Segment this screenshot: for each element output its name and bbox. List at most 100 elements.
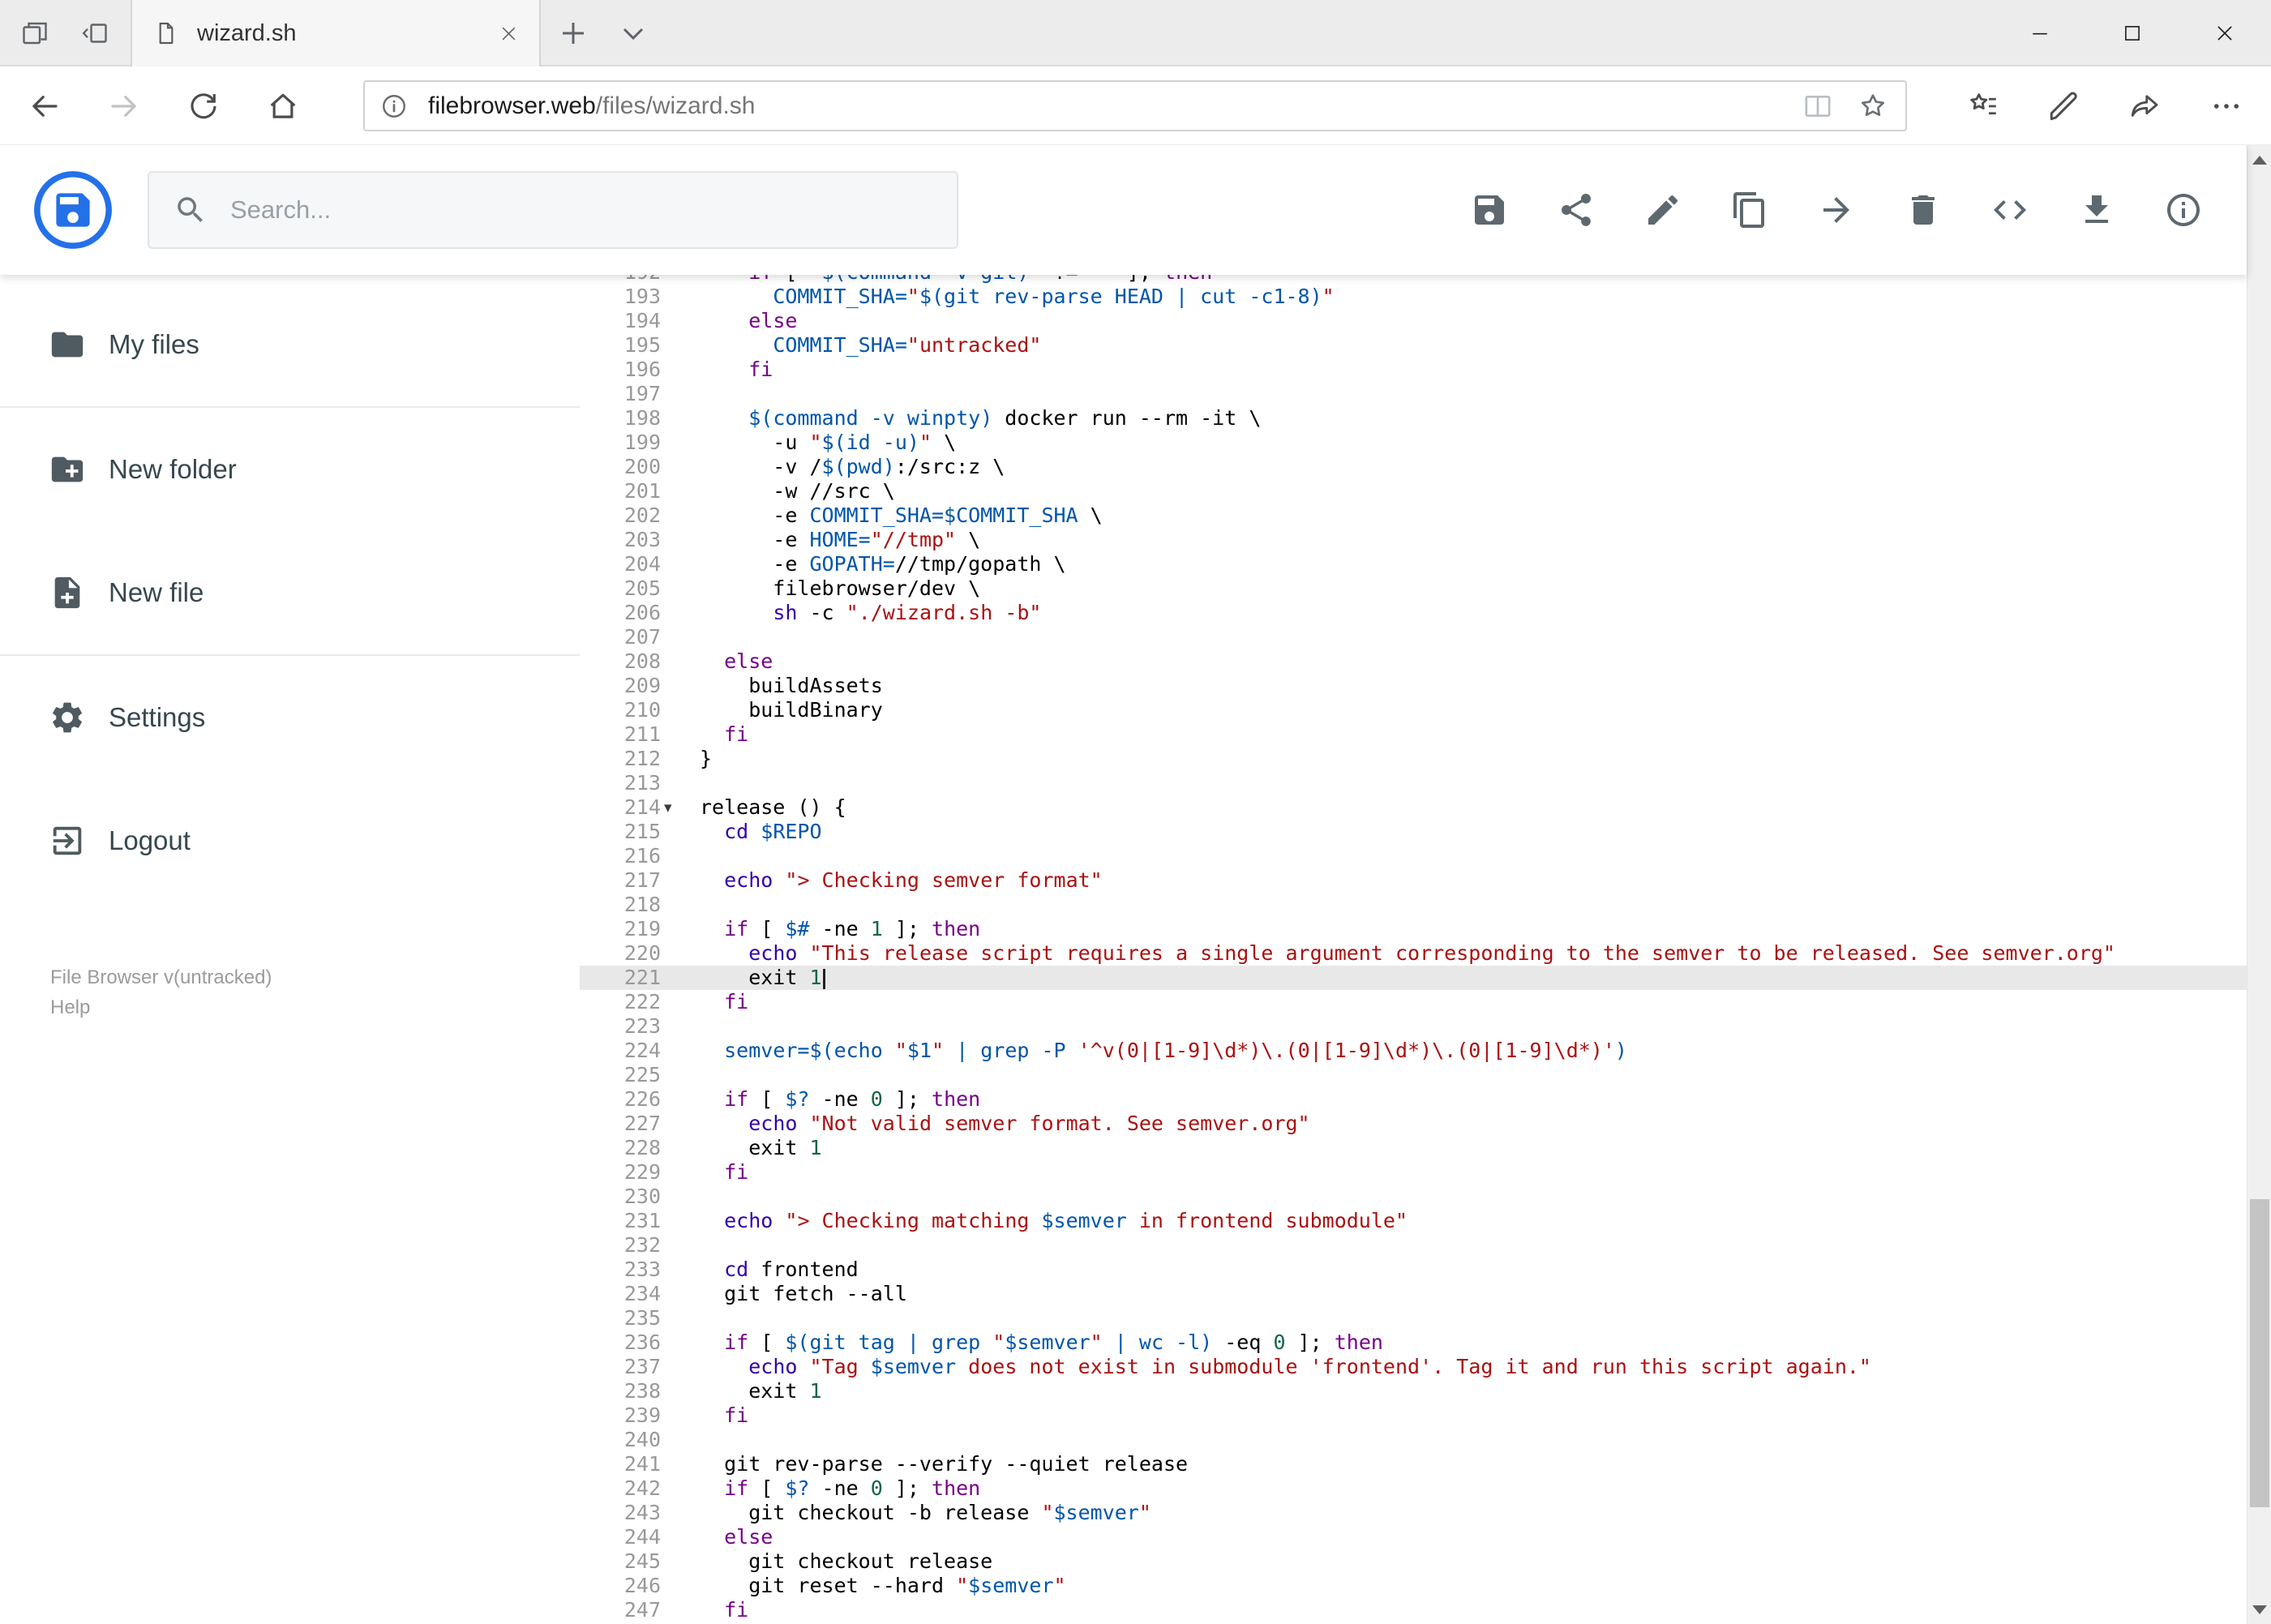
code-line[interactable]: 237 echo "Tag $semver does not exist in … — [580, 1355, 2247, 1379]
source-code-button[interactable] — [1990, 191, 2029, 229]
code-line[interactable]: 238 exit 1 — [580, 1379, 2247, 1403]
browser-tab[interactable]: wizard.sh — [131, 0, 541, 66]
forward-button[interactable] — [101, 83, 148, 130]
code-line[interactable]: 216 — [580, 844, 2247, 868]
set-tabs-aside-button[interactable] — [76, 15, 114, 52]
code-line[interactable]: 213 — [580, 771, 2247, 795]
code-line[interactable]: 209 buildAssets — [580, 674, 2247, 698]
code-line[interactable]: 195 COMMIT_SHA="untracked" — [580, 333, 2247, 358]
code-line[interactable]: 203 -e HOME="//tmp" \ — [580, 528, 2247, 552]
sidebar-item-new-file[interactable]: New file — [0, 531, 580, 654]
code-line[interactable]: 221 exit 1 — [580, 966, 2247, 990]
more-options-button[interactable] — [2204, 84, 2249, 129]
refresh-button[interactable] — [180, 83, 227, 130]
search-box[interactable] — [148, 171, 958, 249]
tab-list-button[interactable] — [614, 14, 653, 53]
code-line[interactable]: 223 — [580, 1014, 2247, 1039]
favorites-hub-button[interactable] — [1960, 84, 2006, 129]
code-line[interactable]: 193 COMMIT_SHA="$(git rev-parse HEAD | c… — [580, 285, 2247, 309]
new-tab-button[interactable] — [554, 14, 593, 53]
maximize-button[interactable] — [2086, 0, 2179, 66]
code-line[interactable]: 206 sh -c "./wizard.sh -b" — [580, 601, 2247, 625]
code-line[interactable]: 219 if [ $# -ne 1 ]; then — [580, 917, 2247, 941]
code-line[interactable]: 222 fi — [580, 990, 2247, 1014]
code-line[interactable]: 208 else — [580, 649, 2247, 674]
search-input[interactable] — [230, 195, 932, 225]
move-button[interactable] — [1817, 191, 1856, 229]
sidebar-item-new-folder[interactable]: New folder — [0, 408, 580, 531]
code-line[interactable]: 197 — [580, 382, 2247, 406]
code-line[interactable]: 235 — [580, 1306, 2247, 1330]
filebrowser-logo[interactable] — [32, 169, 114, 251]
code-line[interactable]: 220 echo "This release script requires a… — [580, 941, 2247, 966]
code-line[interactable]: 202 -e COMMIT_SHA=$COMMIT_SHA \ — [580, 503, 2247, 528]
minimize-button[interactable] — [1994, 0, 2086, 66]
code-line[interactable]: 192 if [ "$(command -v git)" != "" ]; th… — [580, 275, 2247, 285]
home-button[interactable] — [259, 83, 306, 130]
close-window-button[interactable] — [2179, 0, 2271, 66]
annotate-button[interactable] — [2042, 84, 2087, 129]
save-button[interactable] — [1470, 191, 1509, 229]
code-line[interactable]: 229 fi — [580, 1160, 2247, 1185]
address-bar[interactable]: filebrowser.web/files/wizard.sh — [363, 80, 1907, 131]
tab-close-icon[interactable] — [498, 23, 520, 45]
favorite-star-icon[interactable] — [1857, 90, 1889, 122]
code-line[interactable]: 200 -v /$(pwd):/src:z \ — [580, 455, 2247, 479]
share-file-button[interactable] — [1557, 191, 1596, 229]
code-line[interactable]: 199 -u "$(id -u)" \ — [580, 431, 2247, 455]
code-line[interactable]: 236 if [ $(git tag | grep "$semver" | wc… — [580, 1330, 2247, 1355]
code-line[interactable]: 244 else — [580, 1525, 2247, 1549]
code-line[interactable]: 224 semver=$(echo "$1" | grep -P '^v(0|[… — [580, 1039, 2247, 1063]
code-line[interactable]: 230 — [580, 1185, 2247, 1209]
scroll-up-button[interactable] — [2247, 145, 2271, 174]
code-line[interactable]: 194 else — [580, 309, 2247, 333]
reading-view-icon[interactable] — [1802, 90, 1834, 122]
code-line[interactable]: 246 git reset --hard "$semver" — [580, 1574, 2247, 1598]
code-line[interactable]: 204 -e GOPATH=//tmp/gopath \ — [580, 552, 2247, 576]
code-line[interactable]: 242 if [ $? -ne 0 ]; then — [580, 1476, 2247, 1501]
code-line[interactable]: 211 fi — [580, 722, 2247, 747]
code-line[interactable]: 234 git fetch --all — [580, 1282, 2247, 1306]
code-line[interactable]: 198 $(command -v winpty) docker run --rm… — [580, 406, 2247, 431]
back-button[interactable] — [21, 83, 68, 130]
scroll-thumb[interactable] — [2250, 1199, 2269, 1507]
download-button[interactable] — [2077, 191, 2116, 229]
code-line[interactable]: 247 fi — [580, 1598, 2247, 1622]
code-line[interactable]: 205 filebrowser/dev \ — [580, 576, 2247, 601]
code-line[interactable]: 243 git checkout -b release "$semver" — [580, 1501, 2247, 1525]
fold-marker-icon[interactable]: ▾ — [664, 795, 672, 820]
code-line[interactable]: 217 echo "> Checking semver format" — [580, 868, 2247, 893]
code-line[interactable]: 241 git rev-parse --verify --quiet relea… — [580, 1452, 2247, 1476]
code-line[interactable]: 212} — [580, 747, 2247, 771]
code-line[interactable]: 214 ▾ release () { — [580, 795, 2247, 820]
copy-button[interactable] — [1730, 191, 1769, 229]
site-info-icon[interactable] — [379, 92, 409, 121]
scroll-down-button[interactable] — [2247, 1595, 2271, 1624]
code-line[interactable]: 207 — [580, 625, 2247, 649]
code-line[interactable]: 226 if [ $? -ne 0 ]; then — [580, 1087, 2247, 1112]
sidebar-item-settings[interactable]: Settings — [0, 656, 580, 779]
code-editor[interactable]: 192 if [ "$(command -v git)" != "" ]; th… — [580, 275, 2247, 1624]
code-line[interactable]: 228 exit 1 — [580, 1136, 2247, 1160]
help-link[interactable]: Help — [50, 992, 272, 1022]
code-line[interactable]: 239 fi — [580, 1403, 2247, 1428]
code-line[interactable]: 218 — [580, 893, 2247, 917]
code-line[interactable]: 231 echo "> Checking matching $semver in… — [580, 1209, 2247, 1233]
code-line[interactable]: 240 — [580, 1428, 2247, 1452]
code-line[interactable]: 225 — [580, 1063, 2247, 1087]
rename-button[interactable] — [1643, 191, 1682, 229]
code-line[interactable]: 233 cd frontend — [580, 1258, 2247, 1282]
info-button[interactable] — [2164, 191, 2203, 229]
delete-button[interactable] — [1904, 191, 1943, 229]
page-scrollbar[interactable] — [2247, 145, 2271, 1624]
code-line[interactable]: 196 fi — [580, 358, 2247, 382]
sidebar-item-logout[interactable]: Logout — [0, 779, 580, 902]
sidebar-item-my-files[interactable]: My files — [0, 283, 580, 406]
code-line[interactable]: 215 cd $REPO — [580, 820, 2247, 844]
share-page-button[interactable] — [2123, 84, 2168, 129]
code-line[interactable]: 245 git checkout release — [580, 1549, 2247, 1574]
code-line[interactable]: 201 -w //src \ — [580, 479, 2247, 503]
code-line[interactable]: 210 buildBinary — [580, 698, 2247, 722]
code-line[interactable]: 227 echo "Not valid semver format. See s… — [580, 1112, 2247, 1136]
tab-preview-button[interactable] — [16, 15, 54, 52]
